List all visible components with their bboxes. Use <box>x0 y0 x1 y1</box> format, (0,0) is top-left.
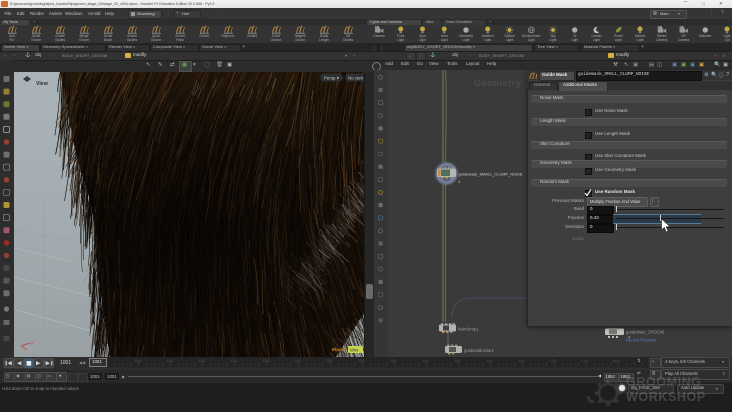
svg-text:Wire: Wire <box>350 347 359 352</box>
svg-text:1050: 1050 <box>134 359 141 363</box>
svg-text:1700: 1700 <box>549 359 556 363</box>
svg-text:1600: 1600 <box>485 359 492 363</box>
svg-text:1100: 1100 <box>167 359 174 363</box>
svg-text:1750: 1750 <box>580 359 587 363</box>
svg-text:1150: 1150 <box>199 359 206 363</box>
svg-text:No cam ▾: No cam ▾ <box>348 76 364 81</box>
svg-text:Geometry: Geometry <box>474 78 522 89</box>
svg-text:guideaddnoise1: guideaddnoise1 <box>464 348 494 353</box>
svg-text:1400: 1400 <box>357 359 364 363</box>
svg-text:1650: 1650 <box>517 359 524 363</box>
svg-text:1500: 1500 <box>421 359 428 363</box>
svg-text:WORKSHOP: WORKSHOP <box>626 390 706 404</box>
svg-text:1511: 1511 <box>421 79 436 86</box>
svg-text:guidemask_SMALL_CLUMP_NOISE: guidemask_SMALL_CLUMP_NOISE <box>459 171 523 176</box>
svg-text:hairclump1: hairclump1 <box>458 327 479 332</box>
svg-text:1510: 1510 <box>455 79 471 86</box>
svg-text:1550: 1550 <box>453 359 460 363</box>
svg-text:Elastic: Elastic <box>332 347 347 352</box>
svg-text:1350: 1350 <box>325 359 332 363</box>
svg-text:1450: 1450 <box>389 359 396 363</box>
svg-text:1800: 1800 <box>612 359 619 363</box>
svg-text:No Set Preview: No Set Preview <box>626 338 657 343</box>
svg-text:1250: 1250 <box>262 359 269 363</box>
svg-text:GROOMING: GROOMING <box>626 375 702 389</box>
svg-text:guidedraw_GROOM: guidedraw_GROOM <box>626 330 664 335</box>
svg-text:1300: 1300 <box>293 359 300 363</box>
svg-text:Persp ▾: Persp ▾ <box>324 76 339 81</box>
svg-text:1200: 1200 <box>230 359 237 363</box>
